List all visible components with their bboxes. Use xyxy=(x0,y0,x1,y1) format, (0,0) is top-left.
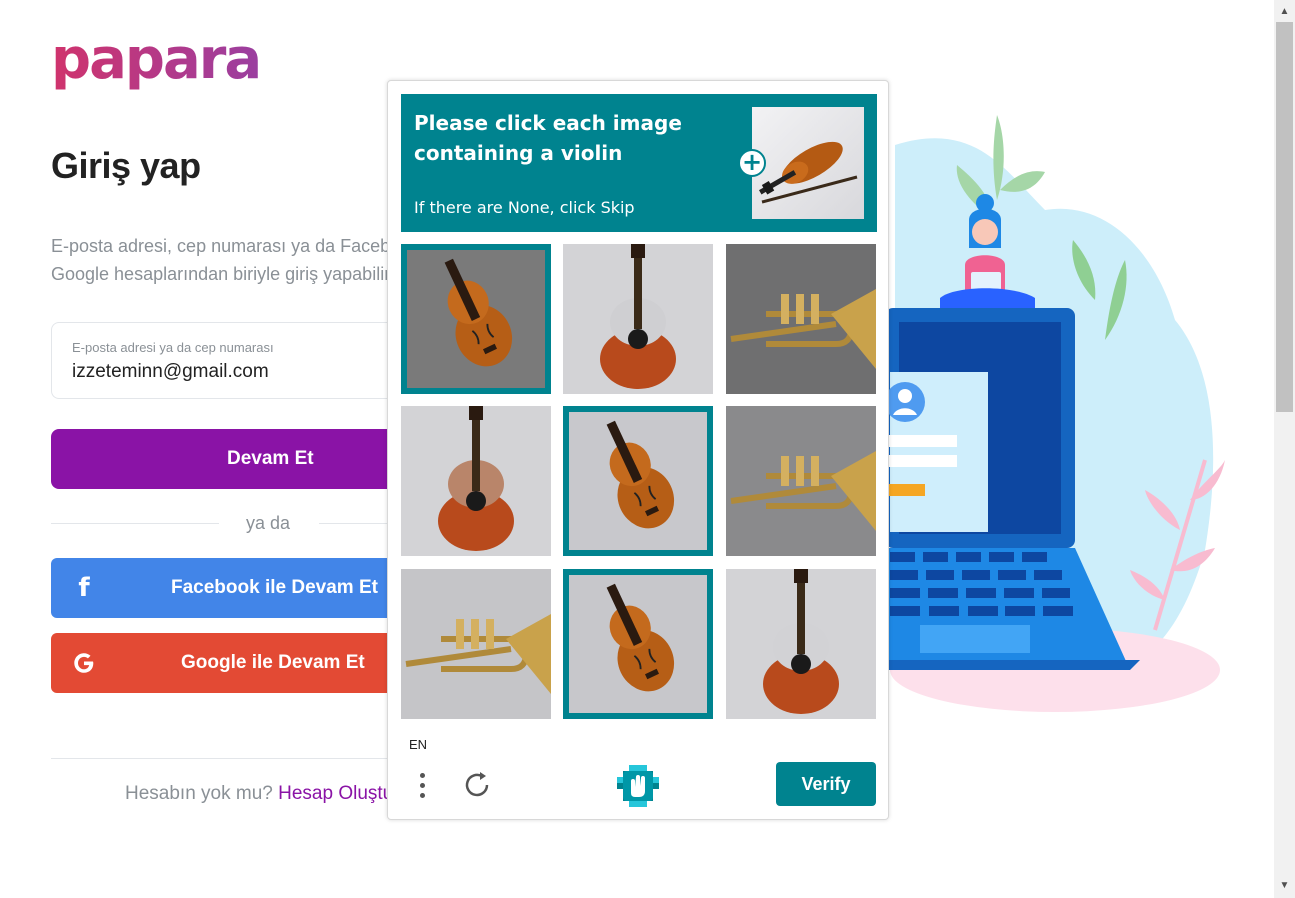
login-description-line-1: E-posta adresi, cep numarası ya da Faceb… xyxy=(51,236,396,256)
captcha-tile-5[interactable] xyxy=(563,406,713,556)
captcha-tile-image-violin xyxy=(569,412,707,550)
continue-button-label: Devam Et xyxy=(227,448,314,469)
expand-example-icon[interactable]: + xyxy=(738,149,766,177)
captcha-tile-6[interactable] xyxy=(726,406,876,556)
email-field-label: E-posta adresi ya da cep numarası xyxy=(72,340,274,355)
page-title: Giriş yap xyxy=(51,145,201,186)
facebook-login-button[interactable]: f Facebook ile Devam Et xyxy=(51,558,396,618)
signup-prompt: Hesabın yok mu? Hesap Oluştur xyxy=(125,783,400,805)
verify-button[interactable]: Verify xyxy=(776,762,876,806)
captcha-prompt-header: Please click each image containing a vio… xyxy=(401,94,877,232)
scroll-up-arrow-icon[interactable]: ▲ xyxy=(1274,0,1295,22)
google-login-label: Google ile Devam Et xyxy=(181,652,365,673)
captcha-tile-9[interactable] xyxy=(726,569,876,719)
captcha-tile-4[interactable] xyxy=(401,406,551,556)
email-field[interactable]: E-posta adresi ya da cep numarası xyxy=(51,322,396,399)
divider-line-left xyxy=(51,523,219,524)
page-scrollbar[interactable]: ▲ ▼ xyxy=(1274,0,1295,898)
language-selector[interactable]: EN xyxy=(409,737,427,752)
login-description-line-2: Google hesaplarından biriyle giriş yapab… xyxy=(51,264,396,284)
scrollbar-thumb[interactable] xyxy=(1276,22,1293,412)
or-divider: ya da xyxy=(51,510,399,538)
captcha-tile-1[interactable] xyxy=(401,244,551,394)
captcha-hint-text: If there are None, click Skip xyxy=(414,198,635,217)
google-login-button[interactable]: Google ile Devam Et xyxy=(51,633,396,693)
captcha-tile-7[interactable] xyxy=(401,569,551,719)
email-input[interactable] xyxy=(72,361,382,383)
refresh-icon[interactable] xyxy=(462,769,494,801)
captcha-tile-image-trumpet xyxy=(726,244,876,394)
captcha-tile-8[interactable] xyxy=(563,569,713,719)
captcha-tile-image-violin xyxy=(407,250,545,388)
signup-prompt-text: Hesabın yok mu? xyxy=(125,783,273,804)
facebook-login-label: Facebook ile Devam Et xyxy=(171,577,378,598)
hcaptcha-logo-icon xyxy=(617,765,659,807)
scroll-down-arrow-icon[interactable]: ▼ xyxy=(1274,876,1295,898)
login-illustration xyxy=(885,115,1225,712)
captcha-example-image xyxy=(752,107,864,219)
captcha-tile-image-trumpet xyxy=(401,569,551,719)
papara-logo: papara xyxy=(51,27,262,92)
facebook-icon: f xyxy=(78,573,90,603)
menu-dots-icon[interactable] xyxy=(414,769,430,803)
create-account-link[interactable]: Hesap Oluştur xyxy=(278,783,399,804)
captcha-tile-image-guitar xyxy=(401,406,551,556)
captcha-prompt-text: Please click each image containing a vio… xyxy=(414,111,682,165)
captcha-dialog: Please click each image containing a vio… xyxy=(387,80,889,820)
captcha-tile-image-trumpet xyxy=(726,406,876,556)
captcha-tile-3[interactable] xyxy=(726,244,876,394)
google-icon xyxy=(71,650,97,676)
captcha-tile-image-violin xyxy=(569,575,707,713)
or-label: ya da xyxy=(246,513,291,533)
footer-divider xyxy=(51,758,396,759)
captcha-tile-2[interactable] xyxy=(563,244,713,394)
continue-button[interactable]: Devam Et xyxy=(51,429,396,489)
login-description: E-posta adresi, cep numarası ya da Faceb… xyxy=(51,232,396,288)
captcha-tile-image-guitar xyxy=(726,569,876,719)
captcha-tile-image-guitar xyxy=(563,244,713,394)
